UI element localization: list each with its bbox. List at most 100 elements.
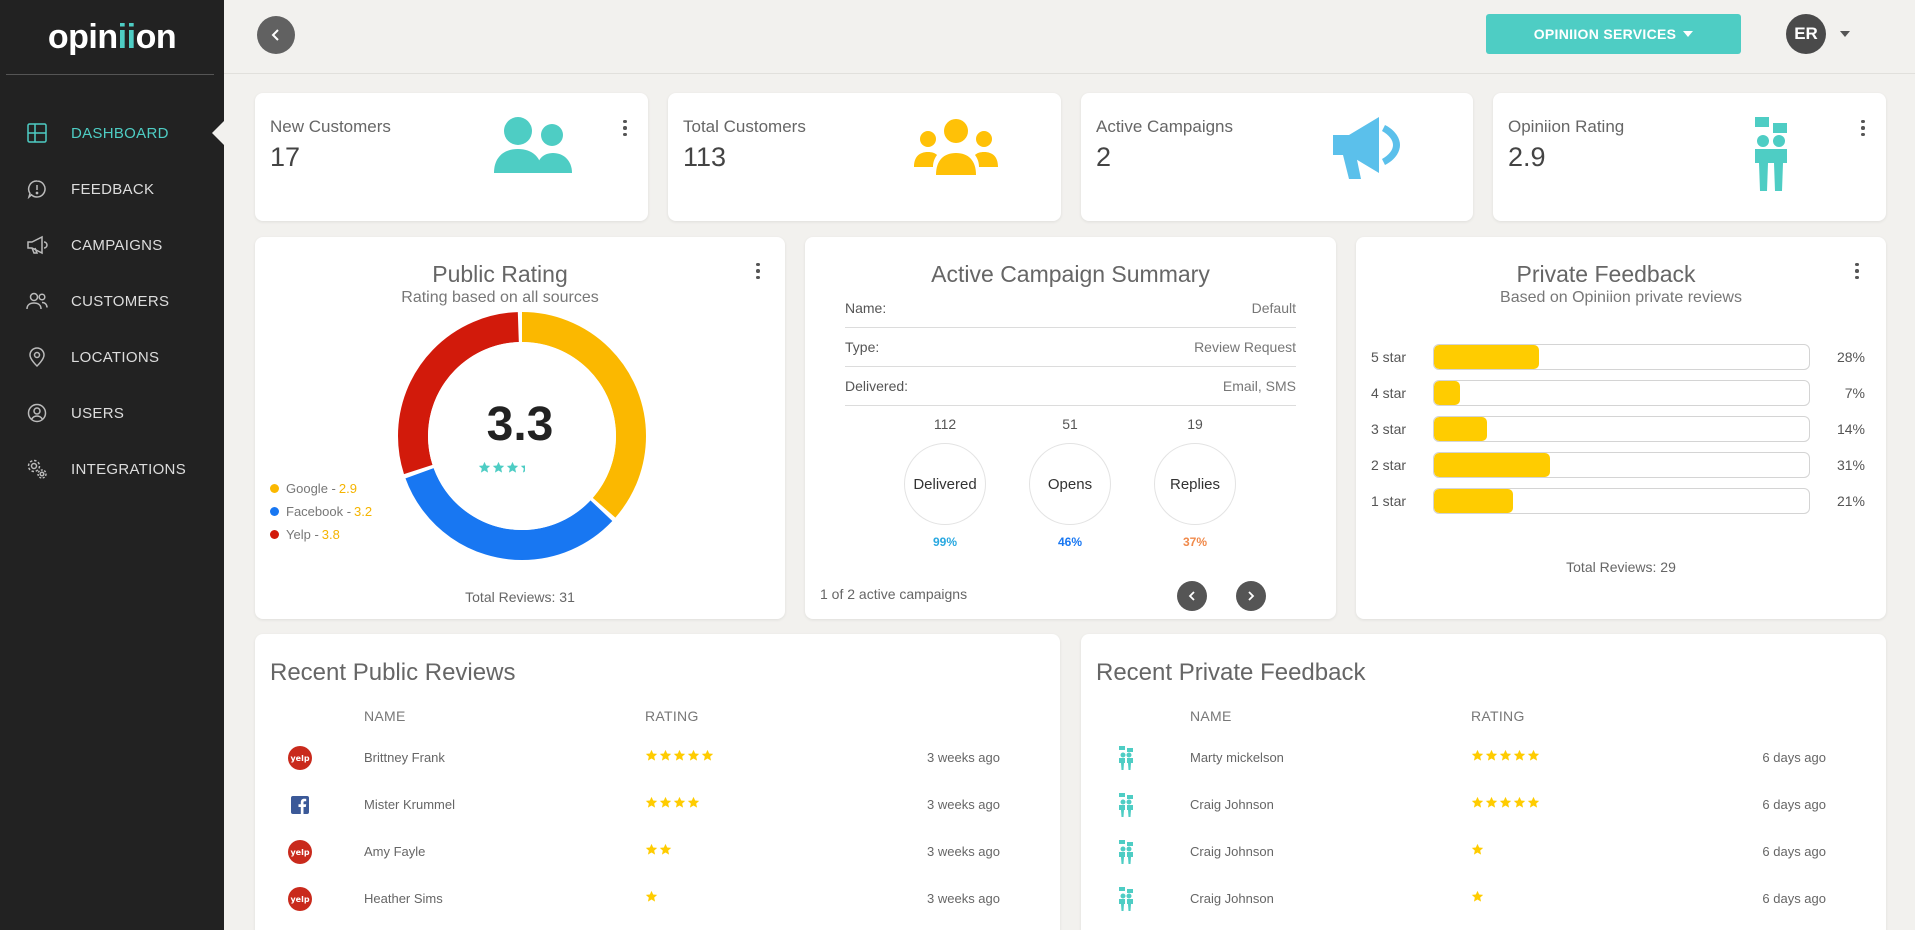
star-icon (1527, 749, 1540, 767)
review-stars (1471, 890, 1484, 908)
info-value: Email, SMS (1222, 378, 1296, 394)
more-options-icon[interactable] (618, 117, 632, 139)
metric-opens: 51 Opens 46% (1028, 416, 1112, 549)
sidebar-item-campaigns[interactable]: CAMPAIGNS (0, 217, 224, 273)
yelp-icon: yelp (288, 840, 312, 864)
bar-label: 5 star (1371, 349, 1407, 365)
metric-percent: 99% (932, 535, 958, 549)
bar-label: 2 star (1371, 457, 1407, 473)
rating-legend: Google -2.9 Facebook -3.2 Yelp -3.8 (270, 477, 372, 546)
sidebar-item-integrations[interactable]: INTEGRATIONS (0, 441, 224, 497)
bar-fill (1434, 381, 1461, 405)
table-row[interactable]: Craig Johnson 6 days ago (1081, 875, 1886, 922)
average-score: 3.3 (486, 398, 554, 451)
legend-swatch (270, 530, 279, 539)
stat-value: 2.9 (1508, 142, 1546, 172)
info-key: Delivered: (845, 378, 909, 394)
star-icon (1513, 796, 1526, 814)
table-row[interactable]: Craig Johnson 6 days ago (1081, 781, 1886, 828)
caret-down-icon (1683, 31, 1694, 37)
recent-private-feedback-panel: Recent Private Feedback NAME RATING Mart… (1081, 634, 1886, 930)
table-row[interactable]: yelp Amy Fayle 3 weeks ago (255, 828, 1060, 875)
bar-track (1433, 452, 1810, 478)
review-stars (645, 890, 658, 908)
sidebar-item-label: CUSTOMERS (71, 292, 170, 310)
opiniion-services-button[interactable]: OPINIION SERVICES (1486, 14, 1741, 54)
bar-track (1433, 416, 1810, 442)
sidebar-item-label: CAMPAIGNS (71, 236, 163, 254)
svg-text:yelp: yelp (290, 895, 309, 904)
review-stars (1471, 843, 1484, 861)
review-stars (645, 796, 700, 814)
table-row[interactable]: yelp Brittney Frank 3 weeks ago (255, 734, 1060, 781)
stat-value: 113 (683, 142, 727, 172)
panel-title: Private Feedback (1516, 261, 1696, 287)
sidebar-item-label: INTEGRATIONS (71, 460, 186, 478)
svg-text:yelp: yelp (290, 848, 309, 857)
stat-value: 17 (270, 142, 301, 172)
review-time: 3 weeks ago (927, 750, 1000, 765)
panel-subtitle: Rating based on all sources (401, 289, 599, 306)
metric-count: 112 (933, 416, 957, 432)
metric-label: Opens (1029, 443, 1111, 525)
more-options-icon[interactable] (751, 260, 765, 282)
opiniion-icon (1114, 887, 1138, 911)
campaign-info-row: Type: Review Request (845, 328, 1296, 367)
panel-title: Recent Public Reviews (270, 659, 516, 686)
back-button[interactable] (257, 16, 295, 54)
facebook-icon (288, 793, 312, 817)
services-label: OPINIION SERVICES (1533, 26, 1677, 42)
table-row[interactable]: yelp Heather Sims 3 weeks ago (255, 875, 1060, 922)
review-stars (1471, 749, 1540, 767)
stat-label: Active Campaigns (1096, 117, 1234, 136)
rating-bar-row: 1 star 21% (1371, 483, 1871, 519)
sidebar-item-users[interactable]: USERS (0, 385, 224, 441)
svg-text:yelp: yelp (290, 754, 309, 763)
reviewer-name: Craig Johnson (1190, 844, 1274, 859)
sidebar-item-locations[interactable]: LOCATIONS (0, 329, 224, 385)
rating-bar-row: 4 star 7% (1371, 375, 1871, 411)
group-icon (914, 119, 998, 182)
star-icon (645, 843, 658, 861)
users-icon (26, 290, 48, 312)
reviewer-name: Marty mickelson (1190, 750, 1284, 765)
legend-label: Yelp (286, 527, 311, 542)
more-options-icon[interactable] (1850, 260, 1864, 282)
sidebar-item-feedback[interactable]: FEEDBACK (0, 161, 224, 217)
table-row[interactable]: Marty mickelson 6 days ago (1081, 734, 1886, 781)
campaign-pager-text: 1 of 2 active campaigns (820, 586, 968, 602)
star-icon (659, 843, 672, 861)
metric-count: 51 (1062, 416, 1078, 432)
sidebar-item-label: LOCATIONS (71, 348, 160, 366)
review-stars (645, 749, 714, 767)
sidebar-item-label: DASHBOARD (71, 124, 169, 142)
info-key: Type: (845, 339, 880, 355)
bar-percent: 14% (1836, 421, 1865, 437)
sidebar-item-customers[interactable]: CUSTOMERS (0, 273, 224, 329)
previous-campaign-button[interactable] (1177, 581, 1207, 611)
more-options-icon[interactable] (1856, 117, 1870, 139)
public-rating-panel: Public Rating Rating based on all source… (255, 237, 785, 619)
next-campaign-button[interactable] (1236, 581, 1266, 611)
dashboard-icon (26, 122, 48, 144)
legend-value: 3.8 (321, 527, 340, 542)
table-row[interactable]: Craig Johnson 6 days ago (1081, 828, 1886, 875)
star-icon (1485, 749, 1498, 767)
star-icon (687, 749, 700, 767)
review-stars (1471, 796, 1540, 814)
sidebar-nav: DASHBOARD FEEDBACK CAMPAIGNS CUSTOMERS L… (0, 105, 224, 497)
bar-fill (1434, 345, 1539, 369)
user-menu-caret-icon[interactable] (1840, 31, 1850, 37)
sidebar-item-label: FEEDBACK (71, 180, 155, 198)
metric-count: 19 (1187, 416, 1203, 432)
bar-percent: 28% (1836, 349, 1865, 365)
table-row[interactable]: Mister Krummel 3 weeks ago (255, 781, 1060, 828)
campaign-info-row: Delivered: Email, SMS (845, 367, 1296, 406)
opiniion-logo[interactable]: opiniion (0, 0, 224, 74)
total-reviews: Total Reviews: 29 (1566, 559, 1676, 575)
avatar[interactable]: ER (1786, 14, 1826, 54)
sidebar-item-dashboard[interactable]: DASHBOARD (0, 105, 224, 161)
stat-card-active-campaigns: Active Campaigns 2 (1081, 93, 1473, 221)
yelp-icon: yelp (288, 746, 312, 770)
user-circle-icon (26, 402, 48, 424)
